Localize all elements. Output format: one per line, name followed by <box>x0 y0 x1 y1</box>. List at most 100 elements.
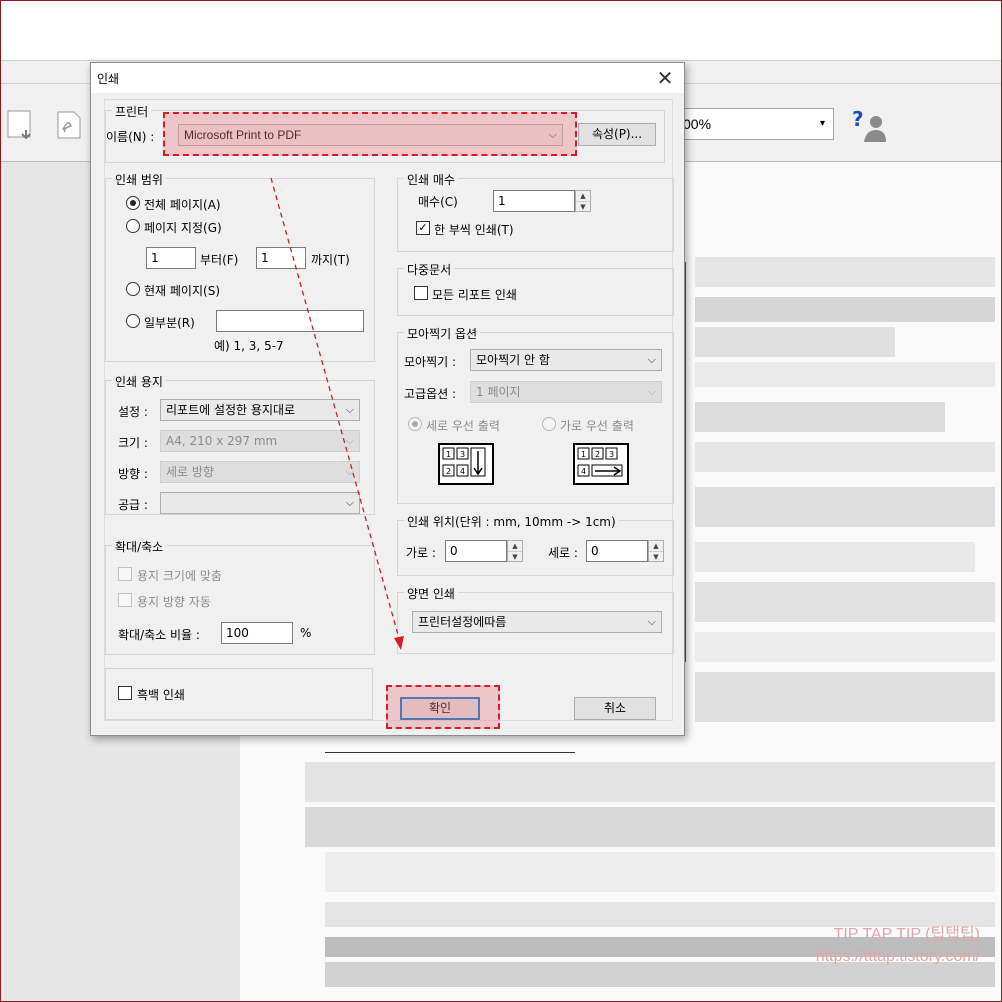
position-v-input[interactable]: 0 <box>586 540 648 562</box>
all-reports-checkbox[interactable] <box>414 286 428 300</box>
watermark-line2: https://tttap.tistory.com/ <box>815 948 980 965</box>
position-legend: 인쇄 위치(단위 : mm, 10mm -> 1cm) <box>404 513 619 530</box>
chevron-down-icon: ⌵ <box>345 434 354 447</box>
horizontal-first-label: 가로 우선 출력 <box>560 419 634 433</box>
paper-size-label: 크기 : <box>118 436 148 450</box>
printer-group: 프린터 이름(N) : Microsoft Print to PDF ⌵ 속성(… <box>105 103 665 163</box>
zoom-combo[interactable]: 00% ▾ <box>676 108 834 140</box>
range-example: 예) 1, 3, 5-7 <box>214 339 284 353</box>
radio-page-select[interactable] <box>126 219 140 233</box>
paper-setting-value: 리포트에 설정한 용지대로 <box>166 403 296 417</box>
page-digit: 2 <box>595 450 600 459</box>
auto-orientation-checkbox[interactable] <box>118 593 132 607</box>
paper-setting-select[interactable]: 리포트에 설정한 용지대로 ⌵ <box>160 399 360 421</box>
chevron-down-icon: ▾ <box>819 118 825 129</box>
duplex-select[interactable]: 프린터설정에따름 ⌵ <box>412 611 662 633</box>
save-icon[interactable] <box>6 108 36 142</box>
page-digit: 4 <box>581 467 586 476</box>
dialog-content: 프린터 이름(N) : Microsoft Print to PDF ⌵ 속성(… <box>104 99 674 721</box>
page-digit: 3 <box>460 450 465 459</box>
from-label: 부터(F) <box>200 253 239 267</box>
nup-value: 모아찍기 안 함 <box>476 353 550 367</box>
scale-ratio-label: 확대/축소 비율 : <box>118 628 200 642</box>
ok-button[interactable]: 확인 <box>400 697 480 720</box>
printer-name-value: Microsoft Print to PDF <box>184 128 302 142</box>
position-h-label: 가로 : <box>406 546 436 560</box>
radio-current-page[interactable] <box>126 282 140 296</box>
dialog-titlebar: 인쇄 ✕ <box>91 63 684 93</box>
page-digit: 4 <box>460 467 465 476</box>
chevron-down-icon: ⌵ <box>647 385 656 398</box>
mono-label: 흑백 인쇄 <box>137 688 185 702</box>
mono-checkbox[interactable] <box>118 686 132 700</box>
nup-label: 모아찍기 : <box>404 355 457 369</box>
zoom-value: 00% <box>683 116 712 132</box>
printer-name-label: 이름(N) : <box>106 130 155 144</box>
help-icon[interactable]: ? <box>850 106 890 146</box>
multi-doc-legend: 다중문서 <box>404 261 455 278</box>
orientation-label: 방향 : <box>118 467 148 481</box>
copies-spinner[interactable]: ▲ ▼ <box>575 190 591 212</box>
page-digit: 3 <box>609 450 614 459</box>
duplex-group: 양면 인쇄 프린터설정에따름 ⌵ <box>397 585 674 654</box>
position-h-spinner[interactable]: ▲ ▼ <box>507 540 523 562</box>
print-dialog: 인쇄 ✕ 프린터 이름(N) : Microsoft Print to PDF … <box>90 62 685 736</box>
printer-select[interactable]: Microsoft Print to PDF ⌵ <box>178 124 563 146</box>
partial-input[interactable] <box>216 310 364 332</box>
paper-size-select[interactable]: A4, 210 x 297 mm ⌵ <box>160 430 360 452</box>
copies-legend: 인쇄 매수 <box>404 171 458 188</box>
radio-all-pages[interactable] <box>126 196 140 210</box>
to-page-input[interactable]: 1 <box>256 247 306 269</box>
chevron-down-icon: ⌵ <box>345 496 354 509</box>
scale-ratio-input[interactable]: 100 <box>221 622 293 644</box>
cancel-button[interactable]: 취소 <box>574 697 656 720</box>
radio-partial[interactable] <box>126 314 140 328</box>
nup-advanced-value: 1 페이지 <box>476 385 521 399</box>
multi-doc-group: 다중문서 모든 리포트 인쇄 <box>397 261 674 316</box>
position-v-spinner[interactable]: ▲ ▼ <box>648 540 664 562</box>
paper-setting-label: 설정 : <box>118 405 148 419</box>
source-select[interactable]: ⌵ <box>160 492 360 514</box>
collate-checkbox[interactable]: ✓ <box>416 221 430 235</box>
chevron-down-icon: ⌵ <box>647 615 656 628</box>
duplex-legend: 양면 인쇄 <box>404 585 458 602</box>
nup-legend: 모아찍기 옵션 <box>404 325 481 342</box>
printer-legend: 프린터 <box>112 103 152 120</box>
chevron-down-icon: ⌵ <box>345 403 354 416</box>
chevron-down-icon: ⌵ <box>548 128 557 141</box>
copies-label: 매수(C) <box>418 195 458 209</box>
copies-input[interactable]: 1 <box>493 190 575 212</box>
radio-horizontal-first[interactable] <box>542 417 556 431</box>
from-page-input[interactable]: 1 <box>146 247 196 269</box>
printer-properties-button[interactable]: 속성(P)... <box>578 123 656 146</box>
page-digit: 2 <box>446 467 451 476</box>
radio-vertical-first[interactable] <box>408 417 422 431</box>
source-label: 공급 : <box>118 498 148 512</box>
page-digit: 1 <box>446 450 451 459</box>
paper-legend: 인쇄 용지 <box>112 373 166 390</box>
pdf-icon[interactable] <box>54 108 84 142</box>
orientation-value: 세로 방향 <box>166 465 214 479</box>
partial-label: 일부분(R) <box>144 316 195 330</box>
close-icon[interactable]: ✕ <box>652 65 678 91</box>
scale-ratio-unit: % <box>300 626 312 640</box>
all-reports-label: 모든 리포트 인쇄 <box>432 288 517 302</box>
scale-legend: 확대/축소 <box>112 538 167 555</box>
dialog-title: 인쇄 <box>97 72 120 86</box>
to-label: 까지(T) <box>311 253 350 267</box>
nup-advanced-select[interactable]: 1 페이지 ⌵ <box>470 381 662 403</box>
watermark-line1: TIP TAP TIP (팁탭팁) <box>833 926 980 943</box>
nup-select[interactable]: 모아찍기 안 함 ⌵ <box>470 349 662 371</box>
copies-group: 인쇄 매수 매수(C) 1 ▲ ▼ ✓ 한 부씩 인쇄(T) <box>397 171 674 252</box>
duplex-value: 프린터설정에따름 <box>418 615 507 629</box>
page-select-label: 페이지 지정(G) <box>144 221 222 235</box>
auto-orientation-label: 용지 방향 자동 <box>137 595 211 609</box>
page-digit: 1 <box>581 450 586 459</box>
fit-paper-checkbox[interactable] <box>118 567 132 581</box>
paper-group: 인쇄 용지 설정 : 리포트에 설정한 용지대로 ⌵ 크기 : A4, 210 … <box>105 373 375 515</box>
orientation-select[interactable]: 세로 방향 ⌵ <box>160 461 360 483</box>
nup-group: 모아찍기 옵션 모아찍기 : 모아찍기 안 함 ⌵ 고급옵션 : 1 페이지 ⌵… <box>397 325 674 504</box>
position-h-input[interactable]: 0 <box>445 540 507 562</box>
collate-label: 한 부씩 인쇄(T) <box>434 223 514 237</box>
svg-text:?: ? <box>852 107 864 131</box>
